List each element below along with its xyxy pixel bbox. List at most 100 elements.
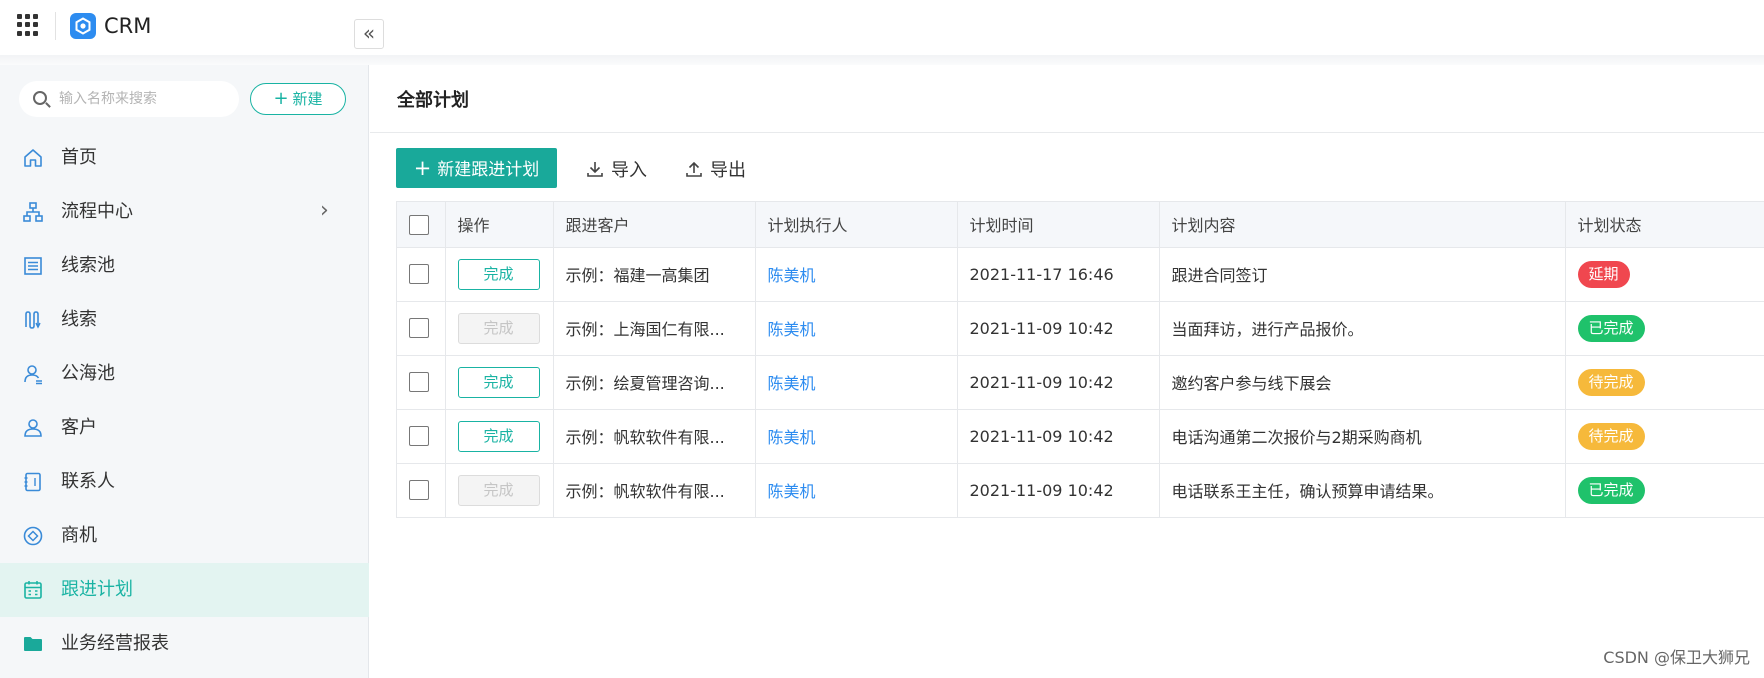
status-cell: 待完成 xyxy=(1565,409,1764,464)
row-select-cell xyxy=(397,355,446,410)
sidebar-item-public-pool[interactable]: 公海池 xyxy=(0,347,369,401)
row-checkbox[interactable] xyxy=(409,264,429,285)
time-cell: 2021-11-09 10:42 xyxy=(957,463,1160,518)
content-cell: 跟进合同签订 xyxy=(1159,247,1566,302)
row-checkbox[interactable] xyxy=(409,426,429,447)
row-select-cell xyxy=(397,463,446,518)
top-bar: CRM xyxy=(0,0,1764,55)
plan-table: 操作 跟进客户 计划执行人 计划时间 计划内容 计划状态 完成 示例：福建一高集… xyxy=(397,202,1764,518)
lead-pool-icon xyxy=(24,257,42,275)
page-header: 全部计划 xyxy=(370,65,1764,133)
sidebar-item-home[interactable]: 首页 xyxy=(0,131,369,185)
public-pool-icon xyxy=(24,365,42,385)
executor-link[interactable]: 陈美机 xyxy=(768,428,816,447)
sidebar: +新建 首页 流程中心 › 线索池 线索 公海池 客户 联系人 xyxy=(0,65,369,678)
executor-cell: 陈美机 xyxy=(755,409,958,464)
status-cell: 待完成 xyxy=(1565,355,1764,410)
export-label: 导出 xyxy=(710,160,746,181)
calendar-icon xyxy=(24,581,42,599)
sidebar-item-customers[interactable]: 客户 xyxy=(0,401,369,455)
status-badge: 延期 xyxy=(1577,260,1630,288)
complete-button[interactable]: 完成 xyxy=(457,420,540,452)
topbar-divider xyxy=(55,12,56,40)
executor-cell: 陈美机 xyxy=(755,355,958,410)
status-cell: 已完成 xyxy=(1565,463,1764,518)
row-checkbox[interactable] xyxy=(409,480,429,501)
action-cell: 完成 xyxy=(445,409,554,464)
executor-cell: 陈美机 xyxy=(755,247,958,302)
time-cell: 2021-11-17 16:46 xyxy=(957,247,1160,302)
row-checkbox[interactable] xyxy=(409,318,429,339)
executor-link[interactable]: 陈美机 xyxy=(768,482,816,501)
action-cell: 完成 xyxy=(445,301,554,356)
sidebar-nav: 首页 流程中心 › 线索池 线索 公海池 客户 联系人 商机 跟进计划 业务经营… xyxy=(0,131,369,671)
search-icon xyxy=(33,91,47,105)
sidebar-item-contacts[interactable]: 联系人 xyxy=(0,455,369,509)
customer-cell: 示例：上海国仁有限... xyxy=(553,301,756,356)
complete-button[interactable]: 完成 xyxy=(457,366,540,398)
sidebar-item-flow-center[interactable]: 流程中心 › xyxy=(0,185,369,239)
table-row: 完成 示例：绘夏管理咨询... 陈美机 2021-11-09 10:42 邀约客… xyxy=(397,355,1764,410)
executor-link[interactable]: 陈美机 xyxy=(768,320,816,339)
sidebar-item-label: 商机 xyxy=(61,525,97,546)
status-badge: 已完成 xyxy=(1577,314,1645,342)
row-select-cell xyxy=(397,247,446,302)
plus-icon: + xyxy=(273,88,289,109)
table-row: 完成 示例：帆软软件有限... 陈美机 2021-11-09 10:42 电话沟… xyxy=(397,409,1764,464)
customer-cell: 示例：帆软软件有限... xyxy=(553,409,756,464)
sidebar-item-business-report[interactable]: 业务经营报表 xyxy=(0,617,369,671)
lead-icon xyxy=(25,311,41,329)
column-header-executor: 计划执行人 xyxy=(755,202,958,248)
sidebar-item-opportunities[interactable]: 商机 xyxy=(0,509,369,563)
column-header-status: 计划状态 xyxy=(1565,202,1764,248)
export-button[interactable]: 导出 xyxy=(684,156,746,182)
customer-icon xyxy=(24,419,42,437)
content-cell: 电话联系王主任，确认预算申请结果。 xyxy=(1159,463,1566,518)
sidebar-item-follow-up-plan[interactable]: 跟进计划 xyxy=(0,563,369,617)
status-cell: 延期 xyxy=(1565,247,1764,302)
home-icon xyxy=(24,149,42,167)
search-input[interactable] xyxy=(59,89,229,109)
new-follow-up-plan-button[interactable]: + 新建跟进计划 xyxy=(396,148,557,188)
table-row: 完成 示例：福建一高集团 陈美机 2021-11-17 16:46 跟进合同签订… xyxy=(397,247,1764,302)
folder-icon xyxy=(24,637,42,651)
row-select-cell xyxy=(397,301,446,356)
topbar-shadow xyxy=(0,55,1764,65)
action-cell: 完成 xyxy=(445,463,554,518)
contact-icon xyxy=(24,472,41,492)
sidebar-item-label: 业务经营报表 xyxy=(61,633,169,654)
executor-link[interactable]: 陈美机 xyxy=(768,374,816,393)
sidebar-item-label: 联系人 xyxy=(61,471,115,492)
import-button[interactable]: 导入 xyxy=(585,156,647,182)
opportunity-icon xyxy=(23,526,43,546)
sidebar-item-lead-pool[interactable]: 线索池 xyxy=(0,239,369,293)
status-badge: 待完成 xyxy=(1577,422,1645,450)
time-cell: 2021-11-09 10:42 xyxy=(957,355,1160,410)
customer-cell: 示例：福建一高集团 xyxy=(553,247,756,302)
column-header-time: 计划时间 xyxy=(957,202,1160,248)
sidebar-item-label: 流程中心 xyxy=(61,201,133,222)
table-row: 完成 示例：帆软软件有限... 陈美机 2021-11-09 10:42 电话联… xyxy=(397,463,1764,518)
double-chevron-left-icon: « xyxy=(362,21,376,45)
column-header-action: 操作 xyxy=(445,202,554,248)
complete-button-disabled: 完成 xyxy=(457,474,540,506)
time-cell: 2021-11-09 10:42 xyxy=(957,301,1160,356)
app-grid-icon[interactable] xyxy=(17,14,39,36)
sidebar-item-label: 公海池 xyxy=(61,363,115,384)
complete-button-disabled: 完成 xyxy=(457,312,540,344)
new-button[interactable]: + 新建 xyxy=(250,83,346,115)
download-icon xyxy=(587,162,603,177)
collapse-sidebar-button[interactable]: « xyxy=(354,19,384,49)
watermark: CSDN @保卫大狮兄 xyxy=(1603,648,1750,667)
executor-cell: 陈美机 xyxy=(755,301,958,356)
complete-button[interactable]: 完成 xyxy=(457,258,540,290)
executor-link[interactable]: 陈美机 xyxy=(768,266,816,285)
plus-icon: + xyxy=(413,156,432,180)
status-cell: 已完成 xyxy=(1565,301,1764,356)
select-all-checkbox[interactable] xyxy=(409,214,429,235)
row-checkbox[interactable] xyxy=(409,372,429,393)
select-all-cell xyxy=(397,202,446,248)
sidebar-item-leads[interactable]: 线索 xyxy=(0,293,369,347)
content-cell: 电话沟通第二次报价与2期采购商机 xyxy=(1159,409,1566,464)
column-header-customer: 跟进客户 xyxy=(553,202,756,248)
